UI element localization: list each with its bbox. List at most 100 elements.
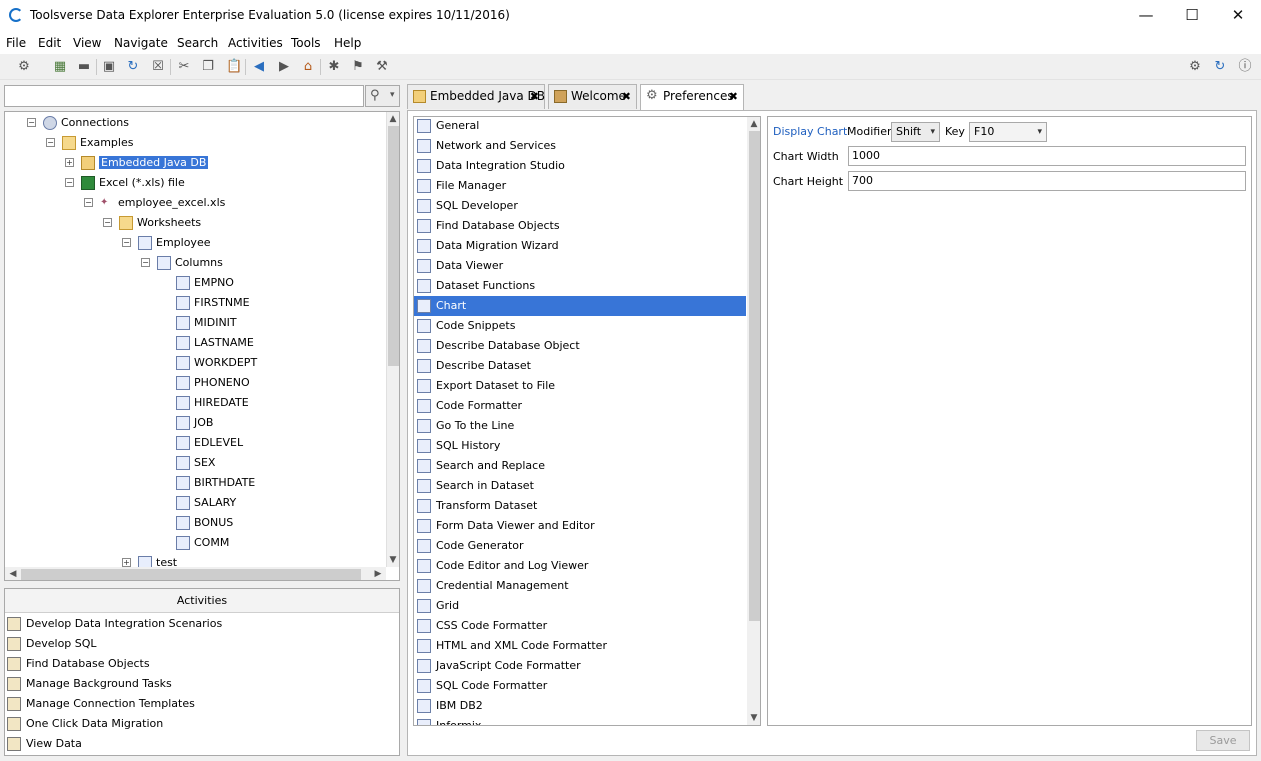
collapse-icon[interactable]: − — [141, 258, 150, 267]
tree-node[interactable]: PHONENO — [176, 373, 250, 393]
preference-item[interactable]: SQL History — [414, 436, 746, 456]
preference-item[interactable]: Grid — [414, 596, 746, 616]
save-button[interactable]: Save — [1196, 730, 1250, 751]
preference-item[interactable]: Search in Dataset — [414, 476, 746, 496]
menu-search[interactable]: Search — [177, 36, 218, 50]
preference-item[interactable]: Form Data Viewer and Editor — [414, 516, 746, 536]
menu-edit[interactable]: Edit — [38, 36, 61, 50]
global-settings-icon[interactable]: ✱ — [326, 59, 342, 75]
preference-item[interactable]: Credential Management — [414, 576, 746, 596]
menu-activities[interactable]: Activities — [228, 36, 283, 50]
preference-item[interactable]: Informix — [414, 716, 746, 725]
chart-width-input[interactable]: 1000 — [848, 146, 1246, 166]
preference-item[interactable]: Network and Services — [414, 136, 746, 156]
tree-hscroll-thumb[interactable] — [21, 569, 361, 580]
activity-item[interactable]: Develop Data Integration Scenarios — [7, 614, 222, 634]
minimize-button[interactable]: — — [1123, 0, 1169, 31]
preference-item[interactable]: Describe Dataset — [414, 356, 746, 376]
key-select[interactable]: F10 ▾ — [969, 122, 1047, 142]
tasks-icon[interactable]: ⚒ — [374, 59, 390, 75]
collapse-icon[interactable]: − — [27, 118, 36, 127]
tree-node[interactable]: − Employee — [122, 233, 210, 253]
preference-item[interactable]: File Manager — [414, 176, 746, 196]
back-icon[interactable]: ◀ — [251, 59, 267, 75]
search-button[interactable]: ⚲ ▾ — [365, 85, 400, 107]
tree-node[interactable]: + Embedded Java DB — [65, 153, 209, 173]
tree-node[interactable]: − Columns — [141, 253, 223, 273]
sync-icon[interactable]: ↻ — [1212, 59, 1228, 75]
activity-item[interactable]: Manage Background Tasks — [7, 674, 172, 694]
preference-item[interactable]: Search and Replace — [414, 456, 746, 476]
preference-item[interactable]: Data Integration Studio — [414, 156, 746, 176]
remove-icon[interactable]: ▬ — [76, 59, 92, 75]
preference-item[interactable]: Dataset Functions — [414, 276, 746, 296]
tree-node[interactable]: LASTNAME — [176, 333, 254, 353]
preference-item[interactable]: Code Formatter — [414, 396, 746, 416]
settings-icon[interactable]: ⚙ — [1187, 59, 1203, 75]
tree-node[interactable]: JOB — [176, 413, 213, 433]
tab-preferences[interactable]: ⚙ Preferences ✖ — [640, 84, 744, 110]
close-window-button[interactable]: ✕ — [1215, 0, 1261, 31]
preference-item[interactable]: Describe Database Object — [414, 336, 746, 356]
menu-file[interactable]: File — [6, 36, 26, 50]
tree-node[interactable]: − Worksheets — [103, 213, 201, 233]
preference-item[interactable]: CSS Code Formatter — [414, 616, 746, 636]
preference-item[interactable]: Data Viewer — [414, 256, 746, 276]
collapse-icon[interactable]: − — [122, 238, 131, 247]
preference-item[interactable]: General — [414, 117, 746, 136]
tree-node[interactable]: SEX — [176, 453, 215, 473]
tree-node[interactable]: − Excel (*.xls) file — [65, 173, 185, 193]
scroll-down-icon[interactable]: ▼ — [386, 553, 399, 567]
properties-icon[interactable]: ▣ — [101, 59, 117, 75]
expand-icon[interactable]: + — [65, 158, 74, 167]
connect-dropdown-icon[interactable]: ⚙ — [16, 59, 32, 75]
tree-scroll-thumb[interactable] — [388, 126, 399, 366]
collapse-icon[interactable]: − — [65, 178, 74, 187]
preference-item[interactable]: Chart — [414, 296, 746, 316]
tree-node[interactable]: − ✦ employee_excel.xls — [84, 193, 225, 213]
scroll-up-icon[interactable]: ▲ — [747, 117, 760, 131]
tree-node[interactable]: − Connections — [27, 113, 129, 133]
preference-item[interactable]: SQL Code Formatter — [414, 676, 746, 696]
tree-node[interactable]: EMPNO — [176, 273, 234, 293]
menu-tools[interactable]: Tools — [291, 36, 321, 50]
chart-height-input[interactable]: 700 — [848, 171, 1246, 191]
activity-item[interactable]: Manage Connection Templates — [7, 694, 195, 714]
preference-item[interactable]: HTML and XML Code Formatter — [414, 636, 746, 656]
tree-node[interactable]: COMM — [176, 533, 229, 553]
expand-icon[interactable]: + — [122, 558, 131, 567]
search-input[interactable] — [4, 85, 364, 107]
preference-item[interactable]: Transform Dataset — [414, 496, 746, 516]
menu-navigate[interactable]: Navigate — [114, 36, 168, 50]
tree-node[interactable]: WORKDEPT — [176, 353, 257, 373]
collapse-icon[interactable]: − — [46, 138, 55, 147]
signpost-icon[interactable]: ⚑ — [350, 59, 366, 75]
preference-item[interactable]: Code Snippets — [414, 316, 746, 336]
tree-node[interactable]: − Examples — [46, 133, 133, 153]
preference-item[interactable]: Find Database Objects — [414, 216, 746, 236]
tree-node[interactable]: BONUS — [176, 513, 233, 533]
maximize-button[interactable]: ☐ — [1169, 0, 1215, 31]
paste-icon[interactable]: 📋 — [226, 59, 242, 75]
activity-item[interactable]: Find Database Objects — [7, 654, 150, 674]
prefs-scroll-thumb[interactable] — [749, 131, 760, 621]
scroll-down-icon[interactable]: ▼ — [747, 711, 760, 725]
tree-node[interactable]: SALARY — [176, 493, 236, 513]
menu-help[interactable]: Help — [334, 36, 361, 50]
collapse-icon[interactable]: − — [103, 218, 112, 227]
preference-item[interactable]: Export Dataset to File — [414, 376, 746, 396]
modifier-select[interactable]: Shift ▾ — [891, 122, 940, 142]
preference-item[interactable]: Code Editor and Log Viewer — [414, 556, 746, 576]
tree-node[interactable]: HIREDATE — [176, 393, 249, 413]
close-icon[interactable]: ✖ — [530, 85, 539, 108]
tab-embedded-java-db[interactable]: Embedded Java DB ✖ — [407, 84, 545, 109]
scroll-left-icon[interactable]: ◀ — [6, 567, 20, 580]
info-icon[interactable]: ⓘ — [1237, 59, 1253, 75]
cut-icon[interactable]: ✂ — [176, 59, 192, 75]
forward-icon[interactable]: ▶ — [276, 59, 292, 75]
collapse-icon[interactable]: − — [84, 198, 93, 207]
copy-icon[interactable]: ❐ — [200, 59, 216, 75]
activity-item[interactable]: One Click Data Migration — [7, 714, 163, 734]
preference-item[interactable]: SQL Developer — [414, 196, 746, 216]
scroll-up-icon[interactable]: ▲ — [386, 112, 399, 126]
